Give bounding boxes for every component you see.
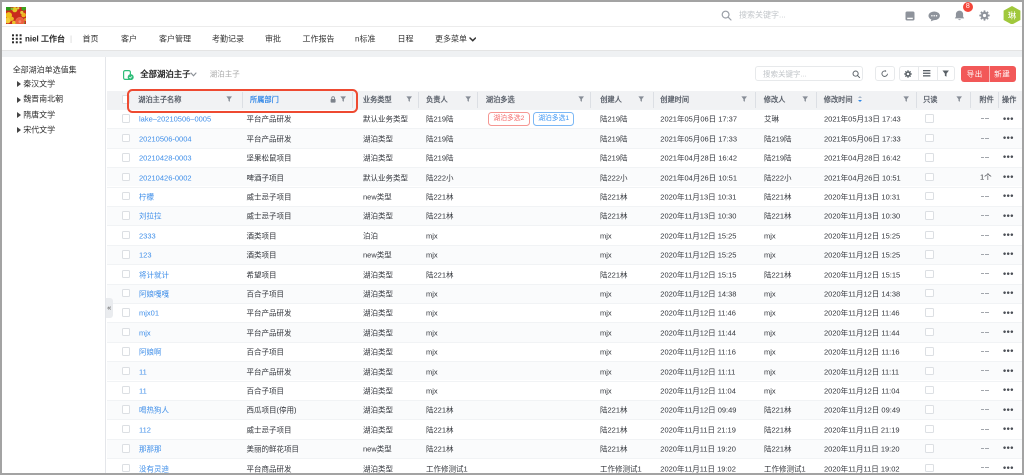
svg-text:琳: 琳: [1007, 9, 1016, 20]
